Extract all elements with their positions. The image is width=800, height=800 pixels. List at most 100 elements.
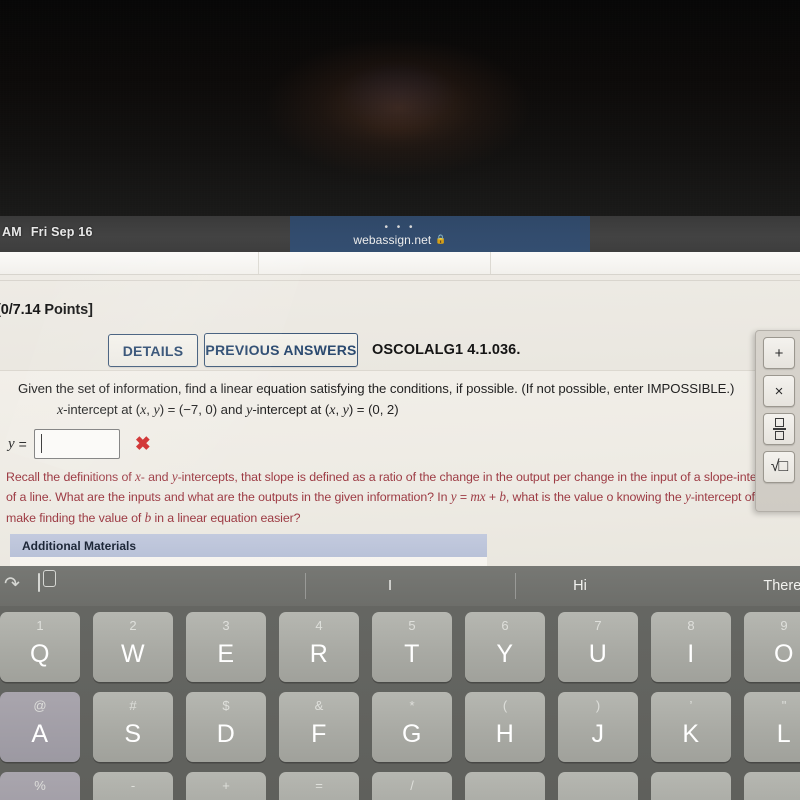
photo-grain xyxy=(0,0,800,218)
fraction-icon xyxy=(772,418,786,440)
key-secondary-label: ( xyxy=(502,698,508,713)
answer-label-equals: = xyxy=(18,436,27,452)
details-button[interactable]: DETAILS xyxy=(108,334,198,367)
key-primary-label: G xyxy=(402,719,422,748)
previous-answers-button[interactable]: PREVIOUS ANSWERS xyxy=(204,333,358,367)
status-bar-tint xyxy=(290,216,590,254)
math-key-fraction[interactable] xyxy=(763,413,795,445)
prediction-item-3[interactable]: Theresa xyxy=(700,576,800,596)
key-q[interactable]: 1Q xyxy=(0,612,80,682)
key-secondary-label: 6 xyxy=(501,618,509,633)
toolbar-seg-1 xyxy=(0,252,259,274)
key-j[interactable]: ) J xyxy=(558,692,638,762)
key-blank-2-6[interactable] xyxy=(558,772,638,800)
key-e[interactable]: 3E xyxy=(186,612,266,682)
key-primary-label: S xyxy=(124,719,142,748)
key-secondary-label: # xyxy=(129,698,137,713)
key-blank-2-0[interactable]: % xyxy=(0,772,80,800)
key-secondary-label: % xyxy=(34,778,46,793)
key-h[interactable]: (H xyxy=(465,692,545,762)
key-primary-label: L xyxy=(776,719,792,748)
key-primary-label: Q xyxy=(30,639,50,668)
answer-row: y = ✖ xyxy=(8,429,151,459)
key-secondary-label: 9 xyxy=(780,618,788,633)
screen-reflection-area xyxy=(0,0,800,218)
key-blank-2-2[interactable]: + xyxy=(186,772,266,800)
key-d[interactable]: $ D xyxy=(186,692,266,762)
key-secondary-label: $ xyxy=(222,698,230,713)
webassign-page: [0/7.14 Points] DETAILS PREVIOUS ANSWERS… xyxy=(0,252,800,570)
redo-icon[interactable]: ↷ xyxy=(4,574,20,596)
prediction-item-1[interactable]: I xyxy=(330,576,450,596)
key-primary-label: F xyxy=(311,719,327,748)
key-secondary-label: / xyxy=(410,778,414,793)
key-secondary-label: * xyxy=(409,698,415,713)
key-blank-2-8[interactable] xyxy=(744,772,800,800)
key-secondary-label: 5 xyxy=(408,618,416,633)
key-secondary-label: = xyxy=(315,778,323,793)
key-primary-label: I xyxy=(687,639,695,668)
key-secondary-label: ) xyxy=(595,698,601,713)
toolbar-seg-2 xyxy=(258,252,491,274)
key-primary-label: T xyxy=(404,639,420,668)
key-l[interactable]: " L xyxy=(744,692,800,762)
key-k[interactable]: ’ K xyxy=(651,692,731,762)
key-blank-2-1[interactable]: - xyxy=(93,772,173,800)
key-f[interactable]: & F xyxy=(279,692,359,762)
key-primary-label: D xyxy=(216,719,236,748)
key-primary-label: W xyxy=(120,639,146,668)
key-secondary-label: 3 xyxy=(222,618,230,633)
math-key-plus[interactable]: + xyxy=(763,337,795,369)
key-primary-label: A xyxy=(31,719,49,748)
key-secondary-label: 8 xyxy=(687,618,695,633)
keyboard-row-qwerty: 1Q2W3E4R5T6Y7U8I9O0P xyxy=(0,612,800,686)
key-secondary-label: ’ xyxy=(689,698,693,713)
predictive-text-bar: ↷ I Hi Theresa xyxy=(0,566,800,606)
key-secondary-label: 7 xyxy=(594,618,602,633)
key-y[interactable]: 6Y xyxy=(465,612,545,682)
ios-keyboard[interactable]: ↷ I Hi Theresa 1Q2W3E4R5T6Y7U8I9O0P @A#S… xyxy=(0,566,800,800)
math-palette[interactable]: + × √□ xyxy=(755,330,800,512)
key-a[interactable]: @ A xyxy=(0,692,80,762)
key-secondary-label: @ xyxy=(33,698,47,713)
status-bar-clock: AM Fri Sep 16 xyxy=(2,225,93,239)
key-primary-label: R xyxy=(309,639,329,668)
key-secondary-label: - xyxy=(130,778,136,793)
key-blank-2-5[interactable] xyxy=(465,772,545,800)
question-body: Given the set of information, find a lin… xyxy=(0,370,800,570)
paste-icon[interactable] xyxy=(38,573,55,595)
key-u[interactable]: 7U xyxy=(558,612,638,682)
key-secondary-label: " xyxy=(781,698,787,713)
keyboard-row-zxcv: % - + = / xyxy=(0,772,800,800)
keyboard-row-asdf: @ A # S $ D & F * G(H) J’ K " L xyxy=(0,692,800,766)
math-key-square-root[interactable]: √□ xyxy=(763,451,795,483)
key-s[interactable]: # S xyxy=(93,692,173,762)
key-primary-label: U xyxy=(588,639,608,668)
question-prompt: Given the set of information, find a lin… xyxy=(18,381,735,396)
key-secondary-label: 4 xyxy=(315,618,323,633)
question-given-line: x-intercept at (x, y) = (−7, 0) and y-in… xyxy=(57,402,399,418)
key-blank-2-7[interactable] xyxy=(651,772,731,800)
hint-text: Recall the definitions of x- and y-inter… xyxy=(6,469,788,525)
key-primary-label: J xyxy=(591,719,605,748)
key-o[interactable]: 9O xyxy=(744,612,800,682)
key-w[interactable]: 2W xyxy=(93,612,173,682)
key-blank-2-4[interactable]: / xyxy=(372,772,452,800)
key-i[interactable]: 8I xyxy=(651,612,731,682)
status-bar-date: Fri Sep 16 xyxy=(30,225,93,239)
math-key-multiply[interactable]: × xyxy=(763,375,795,407)
status-bar-ampm: AM xyxy=(2,225,22,239)
text-caret xyxy=(40,434,42,453)
points-label: [0/7.14 Points] xyxy=(0,302,93,318)
key-blank-2-3[interactable]: = xyxy=(279,772,359,800)
assignment-header: [0/7.14 Points] DETAILS PREVIOUS ANSWERS… xyxy=(0,292,800,409)
key-r[interactable]: 4R xyxy=(279,612,359,682)
answer-input[interactable] xyxy=(33,429,120,459)
key-secondary-label: 1 xyxy=(36,618,44,633)
prediction-item-2[interactable]: Hi xyxy=(520,576,640,596)
key-g[interactable]: * G xyxy=(372,692,452,762)
additional-materials-title: Additional Materials xyxy=(22,539,137,553)
key-primary-label: O xyxy=(774,639,794,668)
prediction-divider-2 xyxy=(515,573,516,599)
key-t[interactable]: 5T xyxy=(372,612,452,682)
